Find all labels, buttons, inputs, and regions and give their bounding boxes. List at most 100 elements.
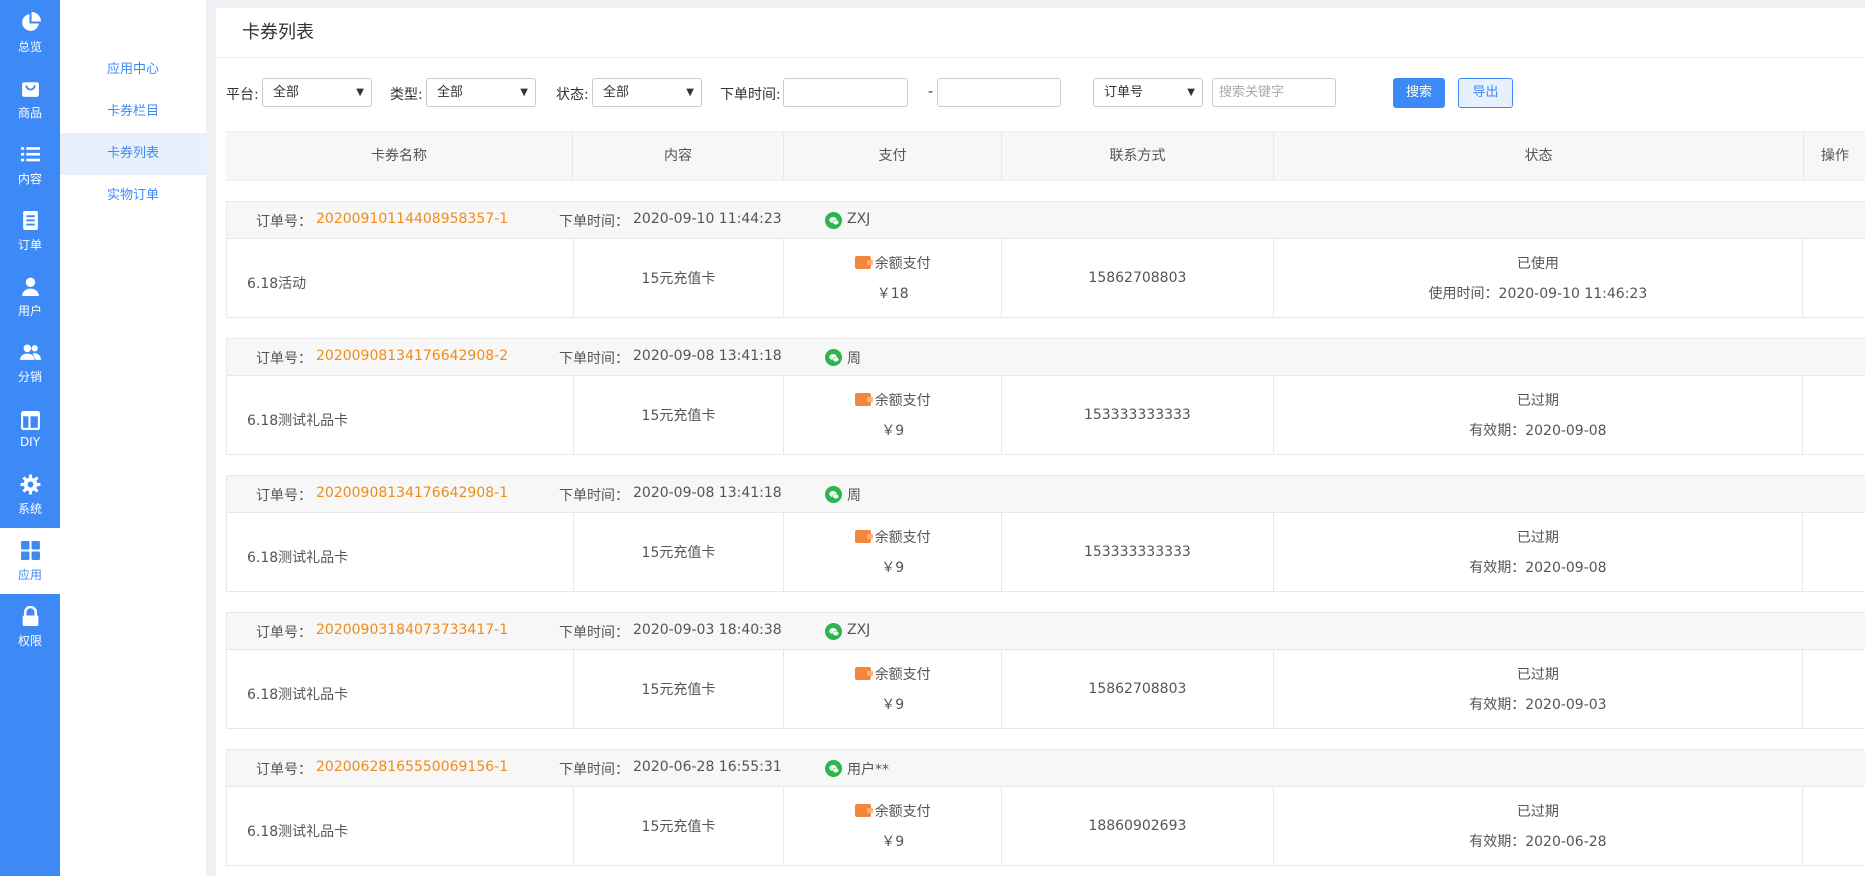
coupon-content: 15元充值卡 [574, 376, 785, 454]
payment-amount: ￥9 [881, 697, 905, 713]
order-row: 6.18测试礼品卡 15元充值卡 余额支付 ￥9 153333333333 已过… [227, 376, 1865, 454]
wechat-icon [825, 212, 842, 229]
payment-cell: 余额支付 ￥9 [784, 513, 1003, 591]
payment-method: 余额支付 [874, 804, 931, 820]
status-cell: 已过期 有效期：2020-09-03 [1274, 650, 1804, 728]
coupon-name: 6.18活动 [227, 239, 574, 317]
order-time-label: 下单时间： [559, 488, 629, 504]
submenu-coupon-list[interactable]: 卡券列表 [60, 133, 206, 175]
payment-amount: ￥9 [881, 423, 905, 439]
status-detail: 有效期：2020-09-08 [1469, 560, 1607, 576]
main-panel: 卡券列表 平台: 全部 ▼ 类型: 全部 ▼ 状态: 全部 ▼ 下单时间: - 订单号… [216, 8, 1865, 876]
grid-icon [19, 540, 41, 562]
order-no[interactable]: 20200903184073733417-1 [316, 622, 508, 638]
order-card: 订单号： 20200910114408958357-1 下单时间： 2020-0… [226, 201, 1865, 318]
nav-item-overview[interactable]: 总览 [0, 0, 60, 66]
actions-cell [1803, 650, 1865, 728]
type-select[interactable]: 全部 ▼ [426, 78, 536, 107]
order-header: 订单号： 20200908134176642908-1 下单时间： 2020-0… [227, 476, 1865, 513]
order-row: 6.18测试礼品卡 15元充值卡 余额支付 ￥9 153333333333 已过… [227, 513, 1865, 591]
order-card: 订单号： 20200628165550069156-1 下单时间： 2020-0… [226, 749, 1865, 866]
shopping-bag-icon [19, 78, 41, 100]
actions-cell [1803, 787, 1865, 865]
caret-down-icon: ▼ [520, 87, 528, 98]
status-text: 已过期 [1516, 804, 1559, 820]
coupon-content: 15元充值卡 [574, 513, 785, 591]
order-list: 订单号： 20200910114408958357-1 下单时间： 2020-0… [226, 201, 1865, 876]
order-header: 订单号： 20200910114408958357-1 下单时间： 2020-0… [227, 202, 1865, 239]
start-date-input[interactable] [783, 78, 908, 107]
order-no-label: 订单号： [256, 214, 312, 230]
platform-select[interactable]: 全部 ▼ [262, 78, 372, 107]
order-no[interactable]: 20200628165550069156-1 [316, 759, 508, 775]
coupon-name: 6.18测试礼品卡 [227, 376, 574, 454]
wechat-icon [825, 486, 842, 503]
nav-item-apps[interactable]: 应用 [0, 528, 60, 594]
nav-item-users[interactable]: 用户 [0, 264, 60, 330]
nav-item-permissions[interactable]: 权限 [0, 594, 60, 660]
order-header: 订单号： 20200908134176642908-2 下单时间： 2020-0… [227, 339, 1865, 376]
keyword-input[interactable]: 搜索关键字 [1212, 78, 1336, 107]
payment-cell: 余额支付 ￥18 [784, 239, 1003, 317]
submenu-coupon-columns[interactable]: 卡券栏目 [60, 91, 206, 133]
nav-item-orders[interactable]: 订单 [0, 198, 60, 264]
buyer-name: 周 [847, 351, 861, 367]
order-no-label: 订单号： [256, 351, 312, 367]
contact-phone: 153333333333 [1002, 376, 1274, 454]
order-time-label: 下单时间： [559, 625, 629, 641]
submenu-app-center[interactable]: 应用中心 [60, 49, 206, 91]
status-detail: 有效期：2020-09-03 [1469, 697, 1607, 713]
status-text: 已过期 [1516, 667, 1559, 683]
submenu-physical-orders[interactable]: 实物订单 [60, 175, 206, 217]
wallet-icon [854, 256, 873, 269]
coupon-name: 6.18测试礼品卡 [227, 513, 574, 591]
order-no-label: 订单号： [256, 488, 312, 504]
wallet-icon [854, 667, 873, 680]
contact-phone: 15862708803 [1002, 650, 1274, 728]
status-cell: 已过期 有效期：2020-09-08 [1274, 513, 1804, 591]
coupon-content: 15元充值卡 [574, 239, 785, 317]
payment-cell: 余额支付 ￥9 [784, 787, 1003, 865]
nav-item-content[interactable]: 内容 [0, 132, 60, 198]
wallet-icon [854, 393, 873, 406]
status-select[interactable]: 全部 ▼ [592, 78, 702, 107]
wechat-icon [825, 623, 842, 640]
page-title: 卡券列表 [216, 8, 1865, 58]
actions-cell [1803, 376, 1865, 454]
order-no-label: 订单号： [256, 625, 312, 641]
list-icon [19, 144, 41, 166]
status-label: 状态: [556, 87, 589, 103]
search-field-select[interactable]: 订单号 ▼ [1093, 78, 1203, 107]
users-icon [19, 342, 41, 364]
end-date-input[interactable] [937, 78, 1061, 107]
order-no[interactable]: 20200908134176642908-2 [316, 348, 508, 364]
wallet-icon [854, 804, 873, 817]
order-no-label: 订单号： [256, 762, 312, 778]
wechat-icon [825, 349, 842, 366]
order-row: 6.18测试礼品卡 15元充值卡 余额支付 ￥9 15862708803 已过期… [227, 650, 1865, 728]
buyer-name: ZXJ [847, 211, 871, 227]
column-header-actions: 操作 [1821, 148, 1849, 164]
lock-icon [19, 606, 41, 628]
platform-label: 平台: [226, 87, 259, 103]
status-text: 已使用 [1516, 256, 1559, 272]
order-no[interactable]: 20200910114408958357-1 [316, 211, 508, 227]
order-time-label: 下单时间： [559, 762, 629, 778]
search-button[interactable]: 搜索 [1393, 78, 1445, 108]
nav-item-system[interactable]: 系统 [0, 462, 60, 528]
sub-menu: 应用中心 卡券栏目 卡券列表 实物订单 [60, 0, 206, 876]
nav-item-goods[interactable]: 商品 [0, 66, 60, 132]
status-cell: 已使用 使用时间：2020-09-10 11:46:23 [1274, 239, 1804, 317]
order-no[interactable]: 20200908134176642908-1 [316, 485, 508, 501]
order-time: 2020-09-08 13:41:18 [633, 485, 782, 501]
status-detail: 有效期：2020-06-28 [1469, 834, 1607, 850]
nav-item-diy[interactable]: DIY [0, 396, 60, 462]
gear-icon [19, 474, 41, 496]
status-detail: 有效期：2020-09-08 [1469, 423, 1607, 439]
order-time: 2020-06-28 16:55:31 [633, 759, 782, 775]
pie-chart-icon [19, 12, 41, 34]
payment-method: 余额支付 [874, 530, 931, 546]
column-header-status: 状态 [1274, 132, 1804, 180]
nav-item-distribution[interactable]: 分销 [0, 330, 60, 396]
export-button[interactable]: 导出 [1458, 78, 1513, 108]
